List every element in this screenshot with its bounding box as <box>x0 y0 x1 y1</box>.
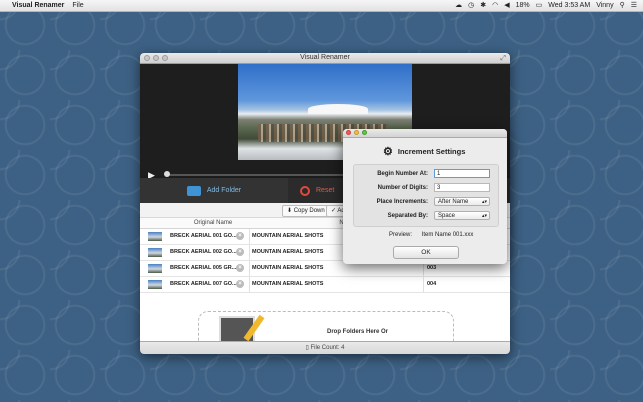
thumbnail-image <box>148 232 162 241</box>
begin-number-label: Begin Number At: <box>377 171 428 177</box>
remove-icon[interactable]: × <box>236 248 244 256</box>
app-menu[interactable]: Visual Renamer <box>12 2 64 9</box>
user-menu[interactable]: Vinny <box>596 0 613 11</box>
column-divider <box>249 229 250 244</box>
dialog-heading: ⚙ Increment Settings <box>383 145 465 158</box>
chevron-updown-icon: ▴▾ <box>481 199 487 205</box>
add-folder-button[interactable]: Add Folder <box>140 178 288 203</box>
remove-icon[interactable]: × <box>236 232 244 240</box>
remove-icon[interactable]: × <box>236 264 244 272</box>
mountain-shape <box>308 104 368 114</box>
clock[interactable]: Wed 3:53 AM <box>548 0 590 11</box>
begin-number-row: Begin Number At: 1 <box>354 168 498 180</box>
separated-by-row: Separated By: Space ▴▾ <box>354 210 498 222</box>
zoom-button[interactable] <box>362 130 367 135</box>
original-name: BRECK AERIAL 005 GR... <box>170 265 237 271</box>
status-menus: ☁ ◷ ✱ ◠ ◀ 18% ▭ Wed 3:53 AM Vinny ⚲ ☰ <box>455 0 637 11</box>
volume-icon[interactable]: ◀ <box>504 0 509 11</box>
drop-zone-text: Drop Folders Here Or <box>327 329 389 335</box>
thumbnail-image <box>148 264 162 273</box>
new-name[interactable]: MOUNTAIN AERIAL SHOTS <box>252 277 323 292</box>
cloud-icon[interactable]: ☁ <box>455 0 462 11</box>
reset-label: Reset <box>316 187 335 194</box>
reset-button[interactable]: Reset <box>300 178 334 203</box>
battery-percent[interactable]: 18% <box>516 0 530 11</box>
status-bar: ▯ File Count: 4 <box>140 341 510 354</box>
timemachine-icon[interactable]: ◷ <box>468 0 474 11</box>
digits-row: Number of Digits: 3 <box>354 182 498 194</box>
ok-button[interactable]: OK <box>393 246 459 259</box>
file-menu[interactable]: File <box>72 2 83 9</box>
column-divider <box>423 277 424 292</box>
close-button[interactable] <box>346 130 351 135</box>
minimize-button[interactable] <box>354 130 359 135</box>
column-divider <box>249 245 250 260</box>
zoom-button[interactable] <box>162 55 168 61</box>
window-titlebar[interactable]: Visual Renamer ⤢ <box>140 53 510 64</box>
file-count: File Count: 4 <box>310 345 345 351</box>
thumbnail-image <box>148 248 162 257</box>
new-name[interactable]: MOUNTAIN AERIAL SHOTS <box>252 229 323 244</box>
folder-add-icon <box>186 185 201 196</box>
document-icon: ▯ <box>305 345 309 351</box>
close-button[interactable] <box>144 55 150 61</box>
copy-down-icon: ⬇ <box>287 208 293 214</box>
fullscreen-icon[interactable]: ⤢ <box>500 54 506 64</box>
scrubber-handle[interactable] <box>164 171 170 177</box>
separated-by-select[interactable]: Space ▴▾ <box>434 211 490 220</box>
preview-label: Preview: <box>389 232 413 238</box>
column-divider <box>249 261 250 276</box>
bluetooth-icon[interactable]: ✱ <box>480 0 486 11</box>
dialog-window-controls <box>346 130 367 135</box>
increment-value: 004 <box>427 281 437 287</box>
separated-by-label: Separated By: <box>387 213 428 219</box>
copy-down-button[interactable]: ⬇ Copy Down <box>282 205 330 217</box>
digits-field[interactable]: 3 <box>434 183 490 192</box>
battery-icon[interactable]: ▭ <box>536 0 543 11</box>
settings-group: Begin Number At: 1 Number of Digits: 3 P… <box>353 164 499 227</box>
menu-bar: Visual Renamer File ☁ ◷ ✱ ◠ ◀ 18% ▭ Wed … <box>0 0 643 12</box>
begin-number-field[interactable]: 1 <box>434 169 490 178</box>
table-row[interactable]: BRECK AERIAL 007 GO... × MOUNTAIN AERIAL… <box>140 277 510 293</box>
wifi-icon[interactable]: ◠ <box>492 0 498 11</box>
dialog-title: Increment Settings <box>397 147 466 156</box>
column-divider <box>249 277 250 292</box>
original-name: BRECK AERIAL 007 GO... <box>170 281 237 287</box>
original-name: BRECK AERIAL 001 GO... <box>170 233 237 239</box>
reset-icon <box>300 185 310 196</box>
minimize-button[interactable] <box>153 55 159 61</box>
preview-value: Item Name 001.xxx <box>421 232 474 238</box>
new-name[interactable]: MOUNTAIN AERIAL SHOTS <box>252 245 323 260</box>
place-increments-label: Place Increments: <box>376 199 428 205</box>
increment-settings-dialog: ⚙ Increment Settings Begin Number At: 1 … <box>343 129 507 264</box>
chevron-updown-icon: ▴▾ <box>481 213 487 219</box>
window-title: Visual Renamer <box>300 54 350 61</box>
place-increments-row: Place Increments: After Name ▴▾ <box>354 196 498 208</box>
dialog-titlebar[interactable] <box>343 129 507 138</box>
column-original-name[interactable]: Original Name <box>178 218 248 228</box>
gear-icon: ⚙ <box>383 146 393 158</box>
original-name: BRECK AERIAL 002 GO... <box>170 249 237 255</box>
preview: Preview: Item Name 001.xxx <box>389 232 473 238</box>
spotlight-icon[interactable]: ⚲ <box>620 0 625 11</box>
notification-center-icon[interactable]: ☰ <box>631 0 637 11</box>
remove-icon[interactable]: × <box>236 280 244 288</box>
add-folder-label: Add Folder <box>206 187 242 194</box>
digits-label: Number of Digits: <box>377 185 428 191</box>
thumbnail-image <box>148 280 162 289</box>
place-increments-select[interactable]: After Name ▴▾ <box>434 197 490 206</box>
checkmark-icon: ✓ <box>331 208 337 214</box>
new-name[interactable]: MOUNTAIN AERIAL SHOTS <box>252 261 323 276</box>
window-controls <box>144 55 168 61</box>
